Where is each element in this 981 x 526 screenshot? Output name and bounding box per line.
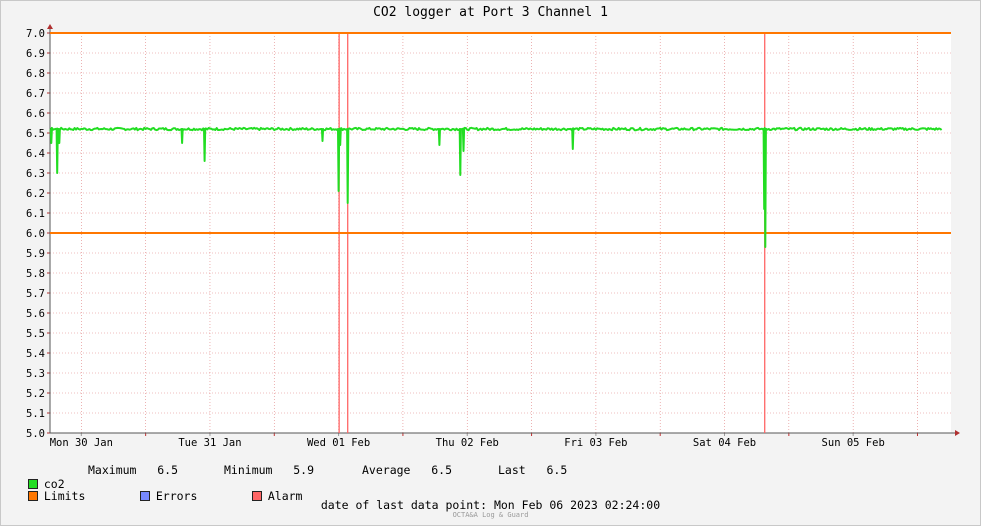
y-tick-label: 5.2 xyxy=(26,388,45,400)
legend-last-value: 6.5 xyxy=(546,463,568,477)
y-tick-label: 5.3 xyxy=(26,368,45,380)
y-tick-label: 6.2 xyxy=(26,188,45,200)
y-tick-label: 6.9 xyxy=(26,48,45,60)
x-axis-arrow xyxy=(955,430,960,436)
y-tick-label: 5.6 xyxy=(26,308,45,320)
y-tick-label: 5.0 xyxy=(26,428,45,440)
x-tick-label: Wed 01 Feb xyxy=(307,437,370,449)
y-tick-label: 5.4 xyxy=(26,348,45,360)
y-tick-label: 7.0 xyxy=(26,28,45,40)
x-tick-label: Sat 04 Feb xyxy=(693,437,756,449)
y-tick-label: 5.1 xyxy=(26,408,45,420)
credit-text: OCTA&A Log & Guard xyxy=(452,511,529,519)
chart-svg: 5.0 5.1 5.2 5.3 5.4 5.5 5.6 5.7 5.8 5.9 6.0 6.1 6.2 6… xyxy=(26,24,960,449)
x-tick-label: Tue 31 Jan xyxy=(178,437,241,449)
x-tick-label: Fri 03 Feb xyxy=(564,437,627,449)
y-tick-label: 6.5 xyxy=(26,128,45,140)
legend-last: Last 6.5 xyxy=(498,463,567,477)
legend-avg-label: Average xyxy=(362,463,411,477)
x-tick-label: Mon 30 Jan xyxy=(50,437,113,449)
y-tick-label: 6.4 xyxy=(26,148,45,160)
y-tick-label: 5.9 xyxy=(26,248,45,260)
y-tick-label: 6.3 xyxy=(26,168,45,180)
y-tick-label: 6.8 xyxy=(26,68,45,80)
y-axis-arrow xyxy=(47,24,53,29)
y-tick-label: 6.7 xyxy=(26,88,45,100)
x-tick-label: Thu 02 Feb xyxy=(436,437,499,449)
legend-last-label: Last xyxy=(498,463,526,477)
y-tick-label: 6.6 xyxy=(26,108,45,120)
legend-avg: Average 6.5 xyxy=(362,463,452,477)
y-tick-label: 5.7 xyxy=(26,288,45,300)
y-tick-label: 6.0 xyxy=(26,228,45,240)
y-tick-label: 5.8 xyxy=(26,268,45,280)
last-data-point-text: date of last data point: Mon Feb 06 2023… xyxy=(320,498,661,512)
legend-avg-value: 6.5 xyxy=(431,463,453,477)
x-tick-label: Sun 05 Feb xyxy=(822,437,885,449)
y-tick-label: 5.5 xyxy=(26,328,45,340)
y-tick-label: 6.1 xyxy=(26,208,45,220)
